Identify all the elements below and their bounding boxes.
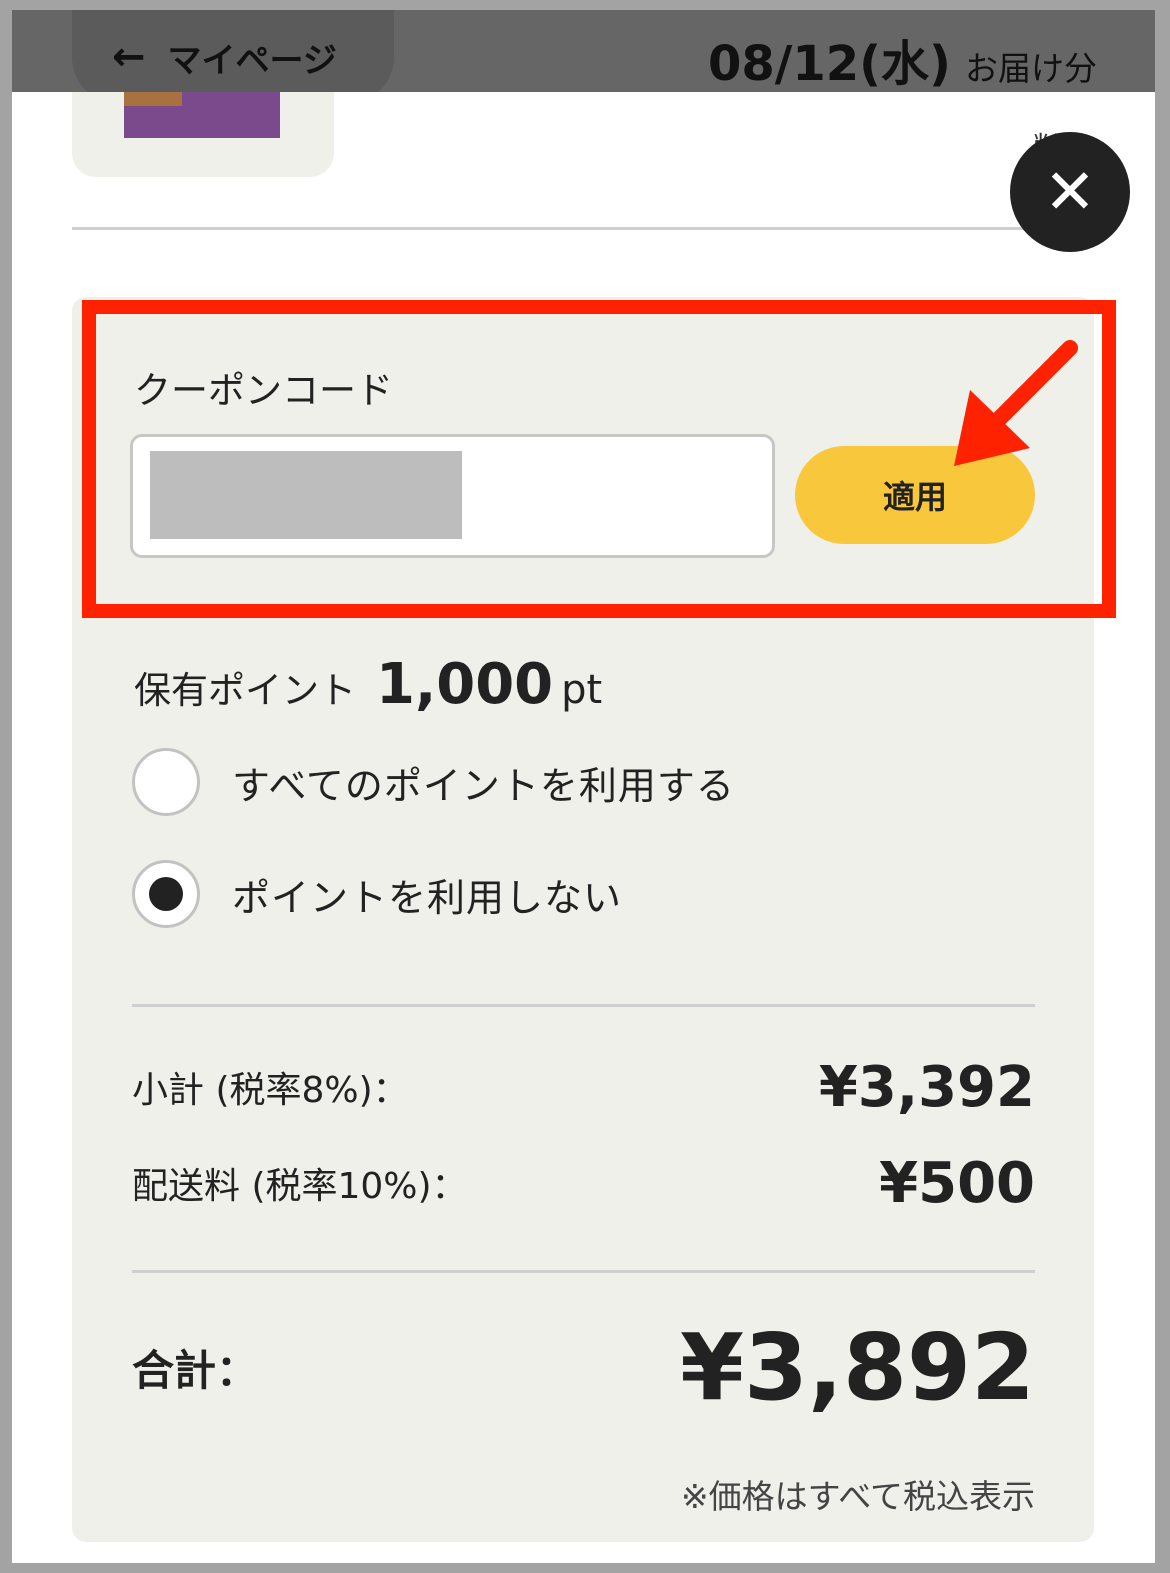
points-balance: 保有ポイント 1,000 pt	[134, 652, 602, 717]
screen-frame: ← マイページ 08/12(水) お届け分 削除 ✕ クーポンコード 適用 保有…	[12, 10, 1155, 1563]
radio-label: すべてのポイントを利用する	[232, 763, 735, 808]
annotation-arrow-icon	[954, 340, 1078, 466]
product-thumbnail	[72, 92, 334, 177]
tax-note: ※価格はすべて税込表示	[680, 1477, 1035, 1516]
radio-button-selected[interactable]	[132, 860, 200, 928]
subtotal-label: 小計 (税率8%)：	[132, 1070, 409, 1111]
order-modal: 削除 ✕ クーポンコード 適用 保有ポイント 1,000 pt すべてのポイント…	[12, 92, 1155, 1563]
delivery-date-header: 08/12(水) お届け分	[708, 24, 1097, 94]
delivery-date: 08/12(水)	[707, 36, 951, 92]
total-row: 合計： ¥3,892	[132, 1312, 1035, 1422]
divider	[132, 1004, 1035, 1007]
subtotal-value: ¥3,392	[818, 1054, 1035, 1120]
radio-label: ポイントを利用しない	[232, 875, 623, 920]
back-label: マイページ	[167, 40, 337, 81]
divider	[72, 227, 1032, 230]
subtotal-row: 小計 (税率8%)： ¥3,392	[132, 1052, 1035, 1122]
total-label: 合計：	[132, 1345, 259, 1395]
points-value: 1,000	[376, 652, 554, 717]
shipping-label: 配送料 (税率10%)：	[132, 1166, 468, 1207]
radio-use-all-points[interactable]: すべてのポイントを利用する	[132, 748, 735, 816]
shipping-row: 配送料 (税率10%)： ¥500	[132, 1148, 1035, 1218]
back-arrow-icon: ←	[112, 34, 146, 80]
points-label: 保有ポイント	[134, 669, 356, 712]
radio-no-points[interactable]: ポイントを利用しない	[132, 860, 622, 928]
close-icon: ✕	[1044, 155, 1096, 228]
back-to-mypage-button[interactable]: ← マイページ	[72, 10, 394, 104]
total-value: ¥3,892	[679, 1313, 1035, 1421]
radio-button[interactable]	[132, 748, 200, 816]
product-photo-image	[124, 92, 182, 106]
delivery-date-suffix: お届け分	[965, 49, 1097, 88]
shipping-value: ¥500	[879, 1150, 1035, 1216]
divider	[132, 1270, 1035, 1273]
close-modal-button[interactable]: ✕	[1010, 132, 1130, 252]
points-unit: pt	[561, 667, 603, 713]
